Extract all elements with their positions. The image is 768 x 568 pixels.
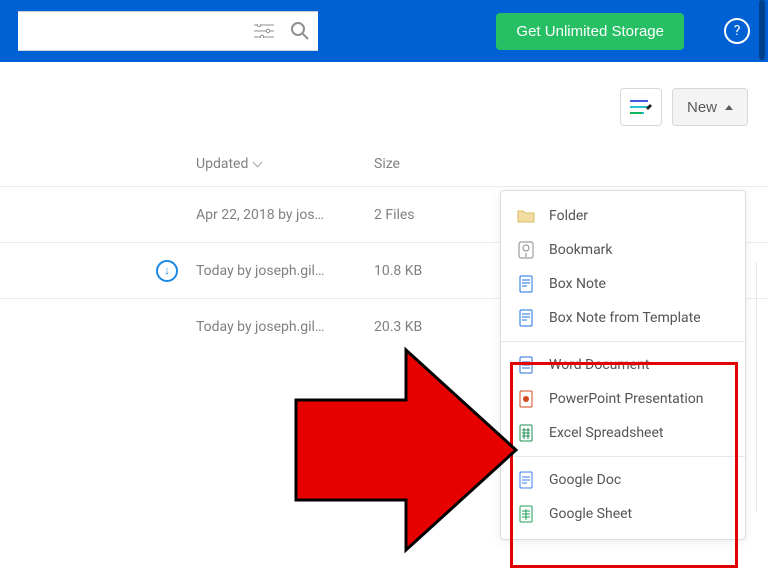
caret-up-icon	[725, 105, 733, 110]
help-icon[interactable]: ?	[724, 18, 750, 44]
folder-icon	[517, 207, 535, 225]
menu-item-excel[interactable]: Excel Spreadsheet	[501, 416, 745, 450]
main-area: New Updated Size Apr 22, 2018 by jos… 2 …	[0, 62, 768, 536]
menu-item-label: Box Note	[549, 276, 606, 292]
menu-item-powerpoint[interactable]: PowerPoint Presentation	[501, 382, 745, 416]
google-doc-icon	[517, 471, 535, 489]
word-icon	[517, 356, 535, 374]
menu-item-box-note-template[interactable]: Box Note from Template	[501, 301, 745, 335]
menu-item-label: Excel Spreadsheet	[549, 425, 663, 441]
menu-item-google-doc[interactable]: Google Doc	[501, 463, 745, 497]
excel-icon	[517, 424, 535, 442]
chevron-down-icon	[253, 158, 263, 168]
menu-separator	[501, 341, 745, 342]
column-updated-label: Updated	[196, 156, 248, 172]
filter-icon[interactable]	[246, 11, 282, 51]
menu-item-word[interactable]: Word Document	[501, 348, 745, 382]
menu-item-label: Word Document	[549, 357, 649, 373]
box-note-template-icon	[517, 309, 535, 327]
menu-item-label: Folder	[549, 208, 588, 224]
row-updated: Apr 22, 2018 by jos…	[196, 207, 374, 223]
menu-item-label: Google Sheet	[549, 506, 632, 522]
search-bar	[18, 11, 318, 51]
search-input[interactable]	[18, 23, 246, 39]
menu-item-box-note[interactable]: Box Note	[501, 267, 745, 301]
menu-item-folder[interactable]: Folder	[501, 199, 745, 233]
box-note-icon	[517, 275, 535, 293]
new-menu: Folder Bookmark Box Note Box Note from T…	[500, 190, 746, 540]
scrollbar-thumb[interactable]	[759, 0, 765, 60]
powerpoint-icon	[517, 390, 535, 408]
edit-icon-button[interactable]	[620, 88, 662, 126]
upgrade-button[interactable]: Get Unlimited Storage	[496, 13, 684, 50]
google-sheet-icon	[517, 505, 535, 523]
menu-item-bookmark[interactable]: Bookmark	[501, 233, 745, 267]
menu-item-label: Bookmark	[549, 242, 613, 258]
column-size[interactable]: Size	[374, 156, 768, 172]
action-row: New	[0, 88, 768, 126]
sync-icon: ↓	[156, 260, 178, 282]
top-bar: Get Unlimited Storage ?	[0, 0, 768, 62]
menu-separator	[501, 456, 745, 457]
search-icon[interactable]	[282, 11, 318, 51]
bookmark-icon	[517, 241, 535, 259]
menu-item-label: Box Note from Template	[549, 310, 701, 326]
row-icon-cell: ↓	[0, 260, 196, 282]
row-updated: Today by joseph.gil…	[196, 263, 374, 279]
side-panel-edge	[756, 262, 768, 512]
annotation-arrow	[286, 340, 526, 560]
new-button-label: New	[687, 99, 717, 116]
table-header: Updated Size	[0, 126, 768, 186]
menu-item-label: Google Doc	[549, 472, 621, 488]
new-button[interactable]: New	[672, 88, 748, 126]
menu-item-label: PowerPoint Presentation	[549, 391, 703, 407]
row-updated: Today by joseph.gil…	[196, 319, 374, 335]
menu-item-google-sheet[interactable]: Google Sheet	[501, 497, 745, 531]
column-updated[interactable]: Updated	[196, 156, 374, 172]
